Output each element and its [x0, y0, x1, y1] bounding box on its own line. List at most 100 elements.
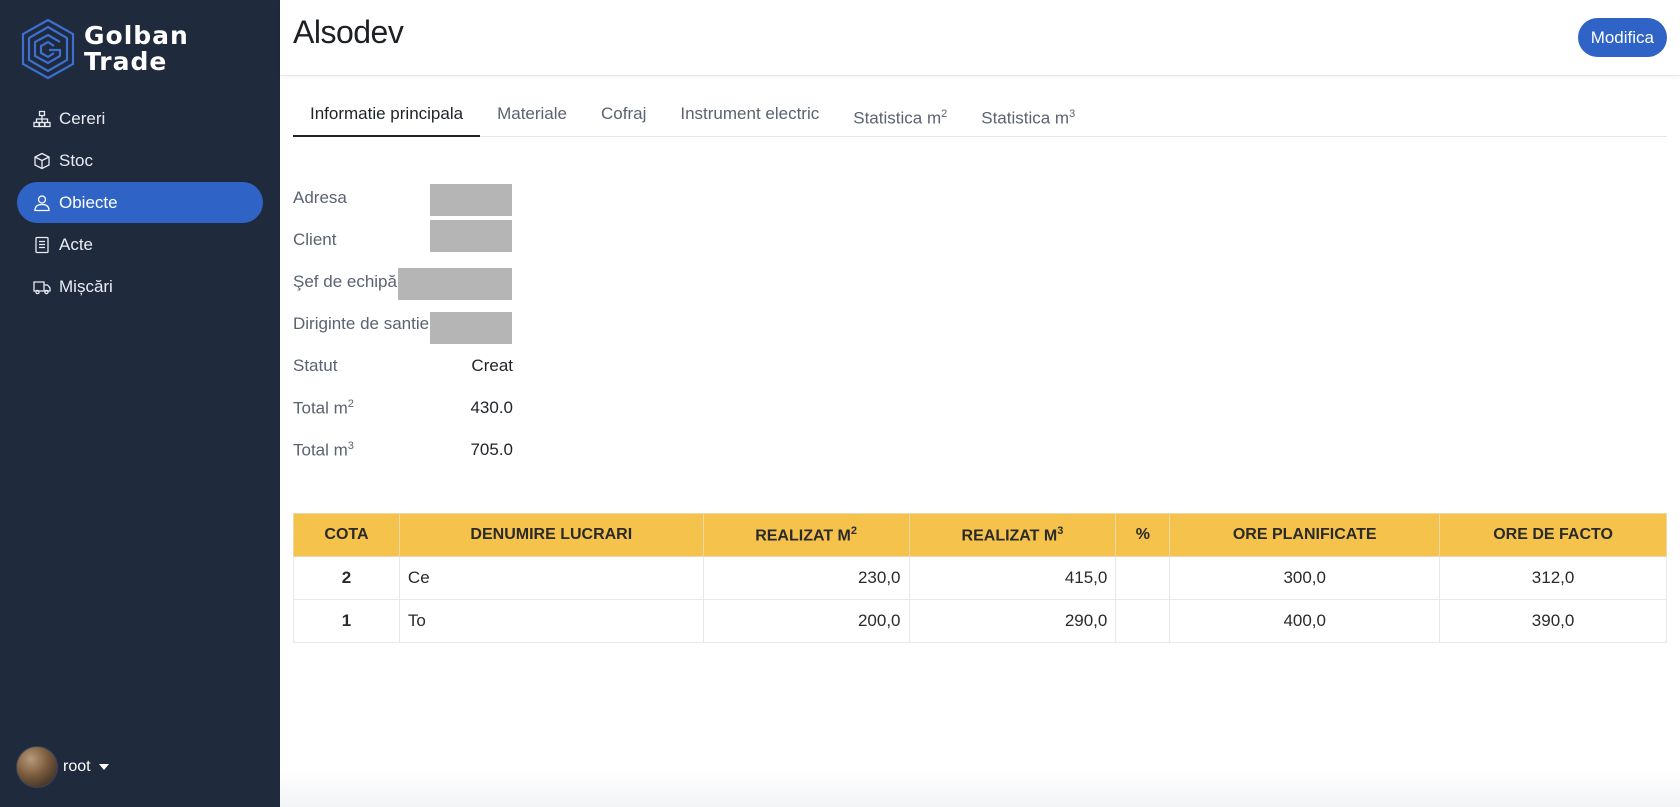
- column-header-realizat-m2[interactable]: Realizat m2: [702, 513, 910, 557]
- box-icon: [33, 152, 51, 170]
- tab-superscript: 3: [1069, 108, 1076, 120]
- statut-value: Creat: [471, 356, 513, 375]
- tab-label: Instrument electric: [680, 104, 820, 123]
- adresa-label: Adresa: [293, 188, 347, 207]
- total-m3-label-text: Total m: [293, 440, 348, 460]
- logo-line2: Trade: [84, 47, 168, 76]
- client-label: Client: [293, 230, 337, 249]
- bottom-fade: [280, 770, 1680, 807]
- cell-ore-facto: 312,0: [1439, 556, 1667, 600]
- sidebar-item-stoc[interactable]: Stoc: [17, 140, 263, 181]
- tab-superscript: 2: [941, 108, 948, 120]
- sidebar-item-label: Acte: [59, 234, 94, 254]
- total-m3-label: Total m3: [293, 440, 354, 461]
- table-header-row: Cota Denumire lucrari Realizat m2 Realiz…: [293, 513, 1667, 557]
- info-row-client: Client: [293, 220, 533, 264]
- info-panel: Adresa Client Şef de echipă Diriginte de…: [293, 180, 533, 474]
- header-sup: 3: [1057, 524, 1064, 537]
- total-m3-sup: 3: [347, 440, 354, 452]
- cell-ore-planificate: 300,0: [1169, 556, 1441, 600]
- user-name: root: [63, 758, 91, 775]
- diriginte-label: Diriginte de santier: [293, 314, 435, 333]
- tab-informatie-principala[interactable]: Informatie principala: [293, 94, 481, 137]
- tab-instrument-electric[interactable]: Instrument electric: [663, 94, 836, 137]
- column-header-ore-facto[interactable]: Ore de facto: [1439, 513, 1667, 557]
- header-text: Realizat m: [755, 527, 851, 545]
- sidebar-item-label: Mișcări: [59, 276, 113, 296]
- works-table: Cota Denumire lucrari Realizat m2 Realiz…: [293, 513, 1667, 643]
- cell-realizat-m3: 290,0: [908, 599, 1117, 643]
- column-header-realizat-m3[interactable]: Realizat m3: [908, 513, 1117, 557]
- document-icon: [33, 236, 51, 254]
- logo[interactable]: Golban Trade: [20, 18, 189, 80]
- cell-percent: [1115, 556, 1171, 600]
- total-m2-value: 430.0: [470, 398, 513, 417]
- table-row[interactable]: 1 To 200,0 290,0 400,0 390,0: [293, 599, 1667, 643]
- sidebar-item-label: Obiecte: [59, 192, 118, 212]
- info-row-diriginte: Diriginte de santier: [293, 306, 533, 348]
- header-text: Realizat m: [961, 527, 1058, 545]
- total-m2-label: Total m2: [293, 398, 354, 419]
- user-menu[interactable]: root: [16, 746, 109, 788]
- redacted-value: [430, 184, 512, 216]
- info-row-statut: Statut Creat: [293, 348, 533, 390]
- sidebar-item-acte[interactable]: Acte: [17, 224, 263, 265]
- truck-icon: [33, 278, 51, 296]
- statut-label: Statut: [293, 356, 338, 375]
- cell-realizat-m2: 200,0: [702, 599, 910, 643]
- sidebar-item-obiecte[interactable]: Obiecte: [17, 182, 263, 223]
- cell-denumire: Ce: [398, 556, 704, 600]
- cell-realizat-m3: 415,0: [908, 556, 1117, 600]
- cell-cota: 2: [293, 556, 400, 600]
- sidebar-item-label: Stoc: [59, 150, 94, 170]
- avatar: [16, 746, 58, 788]
- sidebar-nav: Cereri Stoc Obiecte Acte Mișcări: [17, 98, 263, 308]
- logo-line1: Golban: [84, 21, 189, 50]
- info-row-total-m3: Total m3 705.0: [293, 432, 533, 474]
- sidebar: Golban Trade Cereri Stoc Obiecte Acte Mi…: [0, 0, 280, 807]
- total-m2-sup: 2: [347, 398, 354, 410]
- tab-statistica-m3[interactable]: Statistica m3: [964, 94, 1092, 137]
- column-header-percent[interactable]: %: [1115, 513, 1171, 557]
- tab-label: Cofraj: [601, 104, 647, 123]
- cell-ore-facto: 390,0: [1439, 599, 1667, 643]
- cell-realizat-m2: 230,0: [702, 556, 910, 600]
- caret-down-icon: [98, 764, 109, 770]
- tab-label: Statistica m: [981, 108, 1070, 128]
- column-header-denumire[interactable]: Denumire lucrari: [398, 513, 704, 557]
- tab-label: Statistica m: [853, 108, 942, 128]
- edit-button[interactable]: Modifica: [1577, 18, 1667, 57]
- redacted-value: [398, 268, 512, 300]
- redacted-value: [430, 312, 512, 344]
- tab-label: Informatie principala: [310, 104, 464, 123]
- column-header-ore-planificate[interactable]: Ore planificate: [1169, 513, 1441, 557]
- user-icon: [33, 194, 51, 212]
- page-title: Alsodev: [293, 14, 404, 50]
- tab-cofraj[interactable]: Cofraj: [584, 94, 663, 137]
- main-content: Alsodev Modifica Informatie principala M…: [280, 0, 1680, 807]
- sitemap-icon: [33, 110, 51, 128]
- header-sup: 2: [850, 524, 857, 537]
- sidebar-item-cereri[interactable]: Cereri: [17, 98, 263, 139]
- info-row-adresa: Adresa: [293, 180, 533, 222]
- sef-label: Şef de echipă: [293, 272, 397, 291]
- redacted-value: [430, 220, 512, 252]
- cell-percent: [1115, 599, 1171, 643]
- total-m3-value: 705.0: [470, 440, 513, 459]
- tab-label: Materiale: [497, 104, 567, 123]
- tab-bar: Informatie principala Materiale Cofraj I…: [293, 94, 1667, 137]
- tab-statistica-m2[interactable]: Statistica m2: [836, 94, 964, 137]
- table-row[interactable]: 2 Ce 230,0 415,0 300,0 312,0: [293, 556, 1667, 600]
- sidebar-item-label: Cereri: [59, 108, 106, 128]
- column-header-cota[interactable]: Cota: [293, 513, 400, 557]
- total-m2-label-text: Total m: [293, 398, 348, 418]
- cell-denumire: To: [398, 599, 704, 643]
- logo-icon: [21, 18, 75, 80]
- page-header: Alsodev Modifica: [280, 0, 1680, 76]
- tab-materiale[interactable]: Materiale: [480, 94, 584, 137]
- info-row-sef: Şef de echipă: [293, 264, 533, 306]
- sidebar-item-miscari[interactable]: Mișcări: [17, 266, 263, 307]
- cell-ore-planificate: 400,0: [1169, 599, 1441, 643]
- info-row-total-m2: Total m2 430.0: [293, 390, 533, 432]
- cell-cota: 1: [293, 599, 400, 643]
